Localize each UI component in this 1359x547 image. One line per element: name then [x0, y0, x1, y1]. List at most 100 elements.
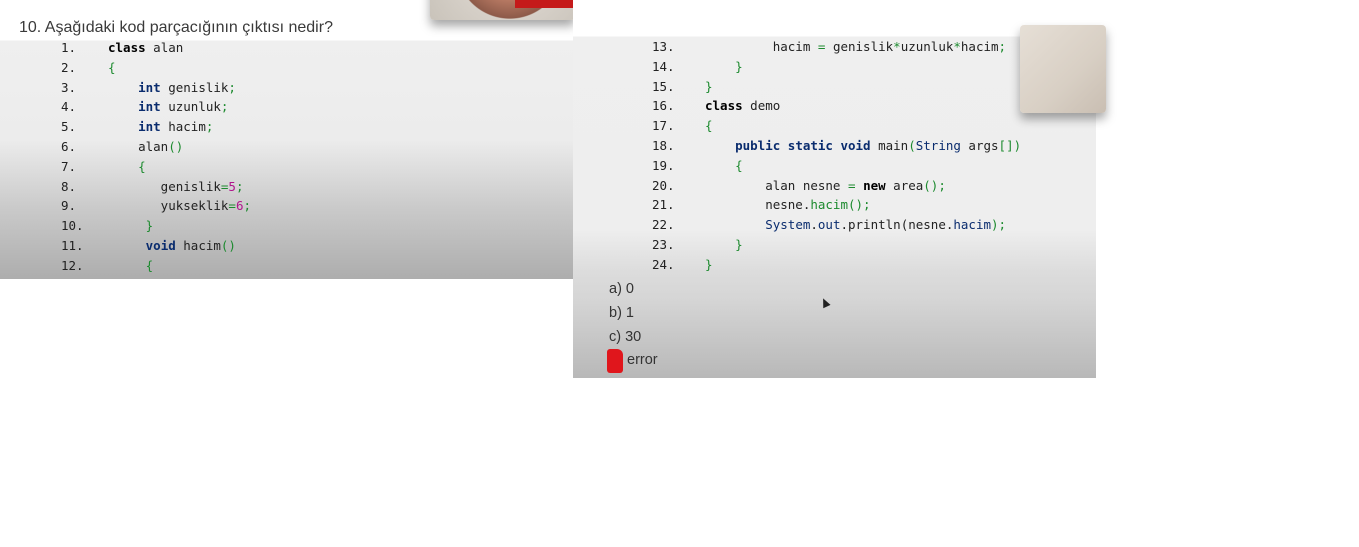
code-token: } [705, 78, 713, 94]
code-token: main [870, 138, 909, 153]
code-text: { [108, 58, 116, 78]
code-token: { [145, 257, 154, 273]
code-token: = [228, 198, 236, 214]
code-token: alan [145, 40, 184, 55]
code-line: 6. alan() [0, 137, 520, 157]
code-text: yukseklik=6; [108, 196, 251, 216]
code-token: alan [108, 139, 169, 154]
code-token: } [735, 58, 743, 74]
code-line: 24.} [573, 255, 1093, 275]
line-number: 5. [61, 119, 77, 135]
code-token: out [817, 217, 841, 233]
line-number: 17. [652, 118, 675, 134]
line-number: 12. [61, 257, 84, 273]
answer-option-d[interactable]: error [627, 352, 658, 368]
answer-option-b[interactable]: b) 1 [609, 305, 634, 321]
code-token: ; [243, 198, 252, 214]
code-token: args [960, 138, 999, 153]
code-line: 10. } [0, 216, 520, 236]
code-line: 12. { [0, 256, 520, 276]
line-number: 1. [61, 40, 77, 55]
code-line: 3. int genislik; [0, 78, 520, 98]
code-token: public static void [735, 138, 871, 153]
code-line: 20. alan nesne = new area(); [573, 176, 1093, 196]
code-text: class demo [705, 96, 780, 116]
code-text: int genislik; [108, 78, 236, 98]
code-line: 16. class demo [573, 96, 1093, 116]
code-text: int uzunluk; [108, 97, 228, 117]
code-line: 19. { [573, 156, 1093, 176]
code-token: { [138, 158, 146, 174]
code-line: 11. void hacim() [0, 236, 520, 256]
code-token: ; [205, 119, 214, 135]
code-token: hacim [705, 39, 818, 54]
line-number: 8. [61, 178, 77, 194]
line-number: 21. [652, 197, 675, 213]
code-token: int [138, 119, 161, 135]
answer-option-c[interactable]: c) 30 [609, 329, 641, 345]
line-number: 4. [61, 99, 77, 115]
line-number: 9. [61, 198, 77, 214]
code-token: class [108, 40, 146, 55]
code-token: ; [220, 99, 229, 115]
line-number: 19. [652, 157, 675, 173]
answer-option-a[interactable]: a) 0 [609, 281, 634, 297]
code-line: 8. genislik=5; [0, 177, 520, 197]
code-token: = [848, 177, 856, 193]
line-number: 3. [61, 79, 77, 95]
code-token: int [138, 79, 161, 95]
webcam-overlay-right [1020, 25, 1106, 113]
code-token: (); [848, 197, 871, 213]
line-number: 14. [652, 58, 675, 74]
red-marker-icon [607, 349, 623, 373]
line-number: 6. [61, 139, 77, 154]
line-number: 11. [61, 238, 84, 253]
code-token: () [168, 139, 184, 154]
line-number: 2. [61, 59, 77, 75]
code-line: 15.} [573, 77, 1093, 97]
code-token: hacim [960, 39, 999, 54]
code-token: hacim [160, 119, 206, 135]
code-text: int hacim; [108, 117, 213, 137]
line-number: 16. [652, 98, 675, 114]
line-number: 18. [652, 138, 675, 153]
code-token: genislik [108, 178, 221, 194]
line-number: 23. [652, 237, 675, 252]
code-line: 18. public static void main(String args[… [573, 136, 1093, 156]
code-text: { [705, 116, 713, 136]
code-token: ); [991, 217, 1007, 233]
code-token: new [863, 177, 886, 193]
code-token: * [953, 39, 961, 54]
code-line: 23. } [573, 235, 1093, 255]
code-token: } [145, 218, 154, 234]
code-text: } [705, 235, 743, 255]
code-token: yukseklik [108, 198, 229, 214]
code-token: int [138, 99, 161, 115]
code-token: ; [235, 178, 244, 194]
code-token: class [705, 98, 743, 114]
code-slide-right: 13. hacim = genislik*uzunluk*hacim; 14. }… [573, 0, 1096, 378]
question-text: 10. Aşağıdaki kod parçacığının çıktısı n… [19, 19, 333, 36]
code-token: ; [228, 79, 236, 95]
code-token: * [893, 39, 901, 54]
code-text: System.out.println(nesne.hacim); [705, 215, 1006, 235]
code-token: .println(nesne. [840, 217, 954, 233]
code-token: genislik [160, 79, 229, 95]
code-token: uzunluk [900, 39, 954, 54]
code-line: 13. hacim = genislik*uzunluk*hacim; [573, 37, 1093, 57]
code-line: 22. System.out.println(nesne.hacim); [573, 215, 1093, 235]
line-number: 24. [652, 256, 675, 272]
code-line: 1. class alan [0, 38, 520, 58]
code-token: String [915, 138, 961, 153]
code-token: uzunluk [160, 99, 221, 115]
code-token: demo [742, 98, 781, 114]
